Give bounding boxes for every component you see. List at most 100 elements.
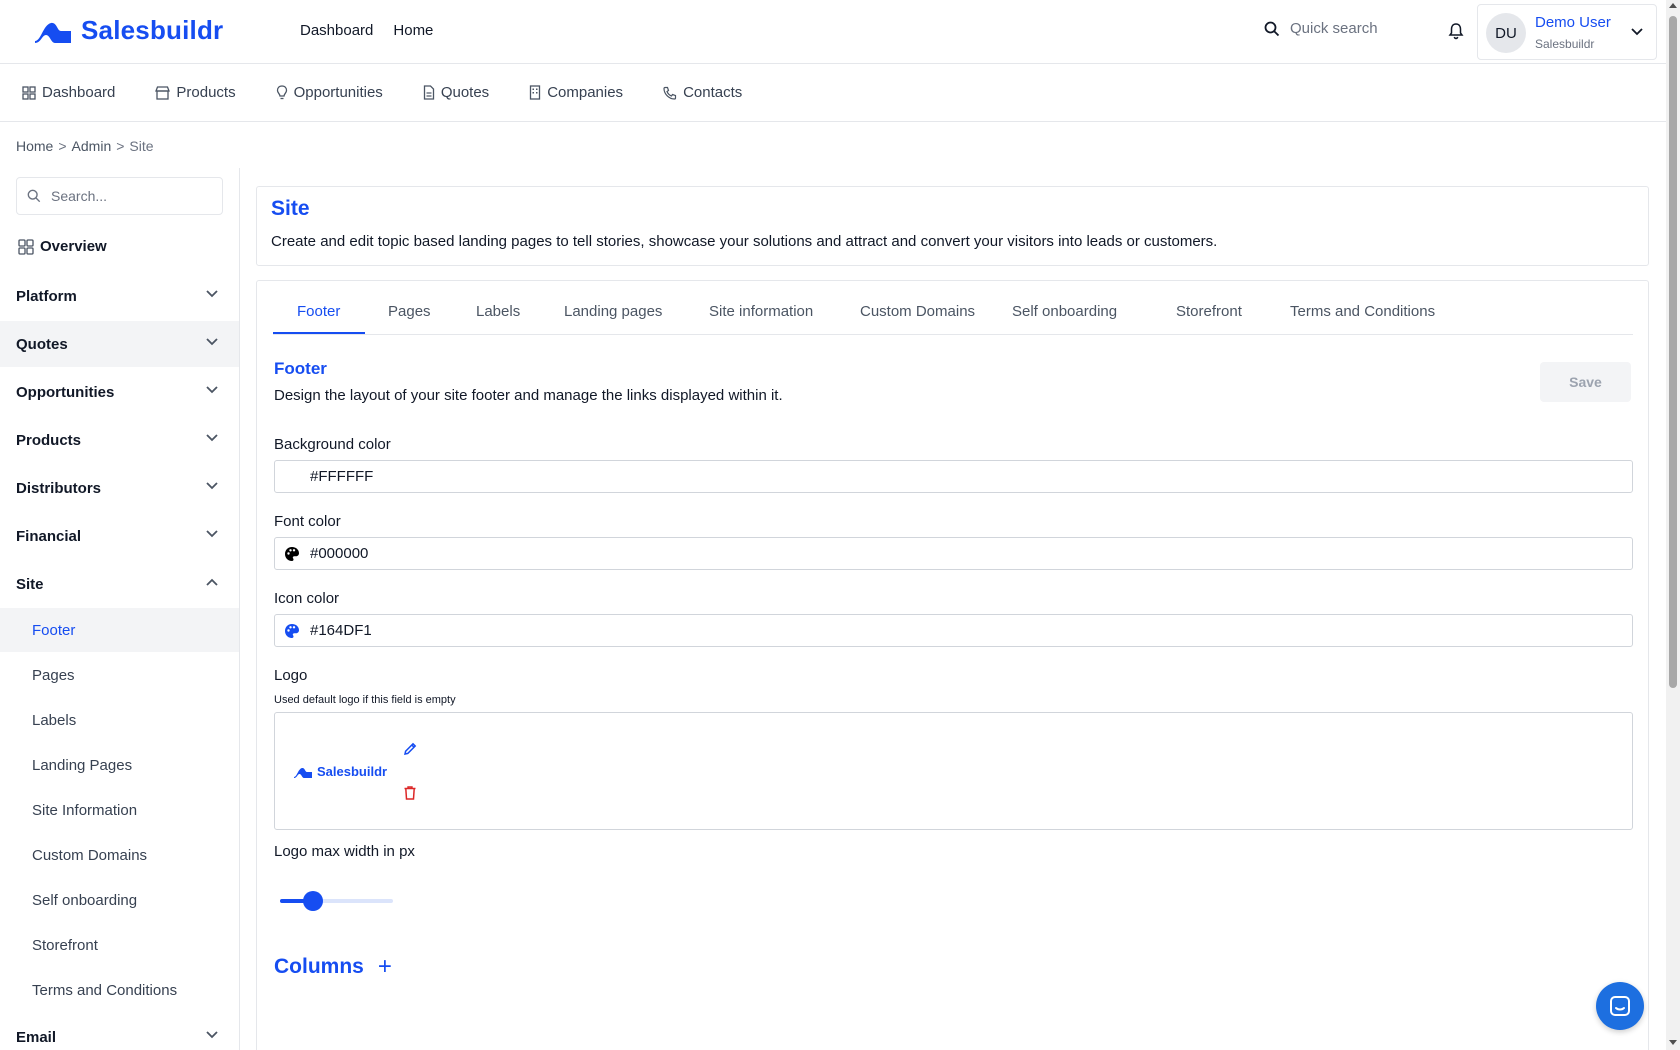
sidebar-group-label: Opportunities xyxy=(16,383,115,401)
topnav-dashboard[interactable]: Dashboard xyxy=(300,22,373,39)
section-description: Design the layout of your site footer an… xyxy=(274,387,783,404)
building-icon xyxy=(530,85,541,100)
sidebar-search[interactable] xyxy=(16,177,223,215)
sidebar-item-label: Custom Domains xyxy=(32,846,148,864)
module-nav: Dashboard Products Opportunities Quotes … xyxy=(0,64,1666,122)
subnav-quotes[interactable]: Quotes xyxy=(423,84,489,101)
page-scrollbar[interactable] xyxy=(1666,0,1680,1050)
background-color-field[interactable]: #FFFFFF xyxy=(274,460,1633,493)
subnav-contacts[interactable]: Contacts xyxy=(663,84,742,101)
user-menu[interactable]: DU Demo User Salesbuildr xyxy=(1477,4,1657,60)
sidebar-item-label: Pages xyxy=(32,666,75,684)
chevron-down-icon xyxy=(206,1031,218,1039)
sidebar-item-labels[interactable]: Labels xyxy=(0,698,239,742)
sidebar-group-label: Quotes xyxy=(16,335,68,353)
page-title: Site xyxy=(271,197,310,220)
subnav-products[interactable]: Products xyxy=(155,84,236,101)
footer-settings-card: Footer Pages Labels Landing pages Site i… xyxy=(256,280,1649,1050)
sidebar-group-products[interactable]: Products xyxy=(0,417,239,463)
breadcrumb-admin[interactable]: Admin xyxy=(72,138,112,154)
font-color-label: Font color xyxy=(274,513,341,530)
logo-hint: Used default logo if this field is empty xyxy=(274,694,456,706)
subnav-companies[interactable]: Companies xyxy=(529,84,623,101)
sidebar-item-label: Landing Pages xyxy=(32,756,133,774)
breadcrumb-current: Site xyxy=(129,138,154,154)
sidebar-search-input[interactable] xyxy=(51,188,201,204)
tab-landing-pages[interactable]: Landing pages xyxy=(564,303,662,320)
chevron-down-icon xyxy=(206,338,218,346)
sidebar-group-label: Distributors xyxy=(16,479,102,497)
breadcrumb-home[interactable]: Home xyxy=(16,138,53,154)
tab-custom-domains[interactable]: Custom Domains xyxy=(860,303,975,320)
tab-labels[interactable]: Labels xyxy=(476,303,520,320)
sidebar-overview[interactable]: Overview xyxy=(18,238,107,255)
subnav-dashboard[interactable]: Dashboard xyxy=(22,84,115,101)
tab-storefront[interactable]: Storefront xyxy=(1176,303,1242,320)
user-name: Demo User xyxy=(1535,14,1611,31)
logo-upload-box[interactable]: Salesbuildr xyxy=(274,712,1633,830)
brand-logo[interactable]: Salesbuildr xyxy=(33,15,223,46)
sidebar-group-label: Platform xyxy=(16,287,77,305)
lightbulb-icon xyxy=(276,85,287,100)
add-column-button[interactable]: + xyxy=(378,953,392,981)
topnav-home[interactable]: Home xyxy=(393,22,433,39)
sidebar-item-label: Site Information xyxy=(32,801,138,819)
quick-search[interactable]: Quick search xyxy=(1264,20,1378,37)
sidebar-group-distributors[interactable]: Distributors xyxy=(0,465,239,511)
background-color-value: #FFFFFF xyxy=(310,468,374,485)
sidebar-item-pages[interactable]: Pages xyxy=(0,653,239,697)
sidebar-group-platform[interactable]: Platform xyxy=(0,273,239,319)
sidebar-group-site[interactable]: Site xyxy=(0,561,239,607)
sidebar-item-self-onboarding[interactable]: Self onboarding xyxy=(0,878,239,922)
icon-color-label: Icon color xyxy=(274,590,340,607)
phone-icon xyxy=(663,86,677,100)
tab-terms[interactable]: Terms and Conditions xyxy=(1290,303,1435,320)
columns-header: Columns + xyxy=(274,953,392,981)
page-intro: Site Create and edit topic based landing… xyxy=(256,186,1649,266)
scroll-down-arrow-icon[interactable] xyxy=(1669,1040,1677,1045)
chevron-down-icon xyxy=(206,290,218,298)
brand-mark-icon xyxy=(294,767,312,778)
tab-pages[interactable]: Pages xyxy=(388,303,431,320)
scroll-up-arrow-icon[interactable] xyxy=(1669,3,1677,8)
slider-thumb[interactable] xyxy=(302,891,323,911)
breadcrumb-separator: > xyxy=(116,138,125,154)
scroll-thumb[interactable] xyxy=(1669,16,1677,688)
save-button[interactable]: Save xyxy=(1540,362,1631,402)
sidebar-item-footer[interactable]: Footer xyxy=(0,608,239,652)
tab-site-information[interactable]: Site information xyxy=(709,303,813,320)
document-icon xyxy=(423,85,434,100)
subnav-label: Companies xyxy=(547,84,624,101)
chevron-down-icon xyxy=(206,482,218,490)
white-swatch-icon xyxy=(284,469,300,485)
sidebar-group-opportunities[interactable]: Opportunities xyxy=(0,369,239,415)
logo-max-width-slider[interactable] xyxy=(280,890,393,912)
sidebar-item-terms[interactable]: Terms and Conditions xyxy=(0,968,239,1012)
search-icon xyxy=(27,189,41,203)
active-tab-indicator xyxy=(273,332,365,334)
tab-self-onboarding[interactable]: Self onboarding xyxy=(1012,303,1117,320)
sidebar-item-landing-pages[interactable]: Landing Pages xyxy=(0,743,239,787)
sidebar-item-custom-domains[interactable]: Custom Domains xyxy=(0,833,239,877)
tab-bar: Footer Pages Labels Landing pages Site i… xyxy=(273,281,1633,335)
sidebar-group-quotes[interactable]: Quotes xyxy=(0,321,239,367)
sidebar-group-financial[interactable]: Financial xyxy=(0,513,239,559)
subnav-opportunities[interactable]: Opportunities xyxy=(276,84,383,101)
top-nav: Dashboard Home xyxy=(300,22,433,39)
slider-fill xyxy=(280,899,305,903)
palette-icon xyxy=(285,546,299,561)
tab-footer[interactable]: Footer xyxy=(297,303,340,320)
sidebar-group-email[interactable]: Email xyxy=(0,1014,239,1050)
trash-delete-icon[interactable] xyxy=(402,785,418,801)
pencil-edit-icon[interactable] xyxy=(402,741,418,757)
sidebar-item-storefront[interactable]: Storefront xyxy=(0,923,239,967)
quick-search-placeholder: Quick search xyxy=(1290,20,1378,37)
chat-launcher-button[interactable] xyxy=(1596,982,1644,1030)
top-header: Salesbuildr Dashboard Home Quick search … xyxy=(0,0,1666,64)
subnav-label: Products xyxy=(176,84,236,101)
notifications-bell-icon[interactable] xyxy=(1447,22,1465,45)
sidebar-item-site-information[interactable]: Site Information xyxy=(0,788,239,832)
subnav-label: Opportunities xyxy=(293,84,383,101)
font-color-field[interactable]: #000000 xyxy=(274,537,1633,570)
icon-color-field[interactable]: #164DF1 xyxy=(274,614,1633,647)
